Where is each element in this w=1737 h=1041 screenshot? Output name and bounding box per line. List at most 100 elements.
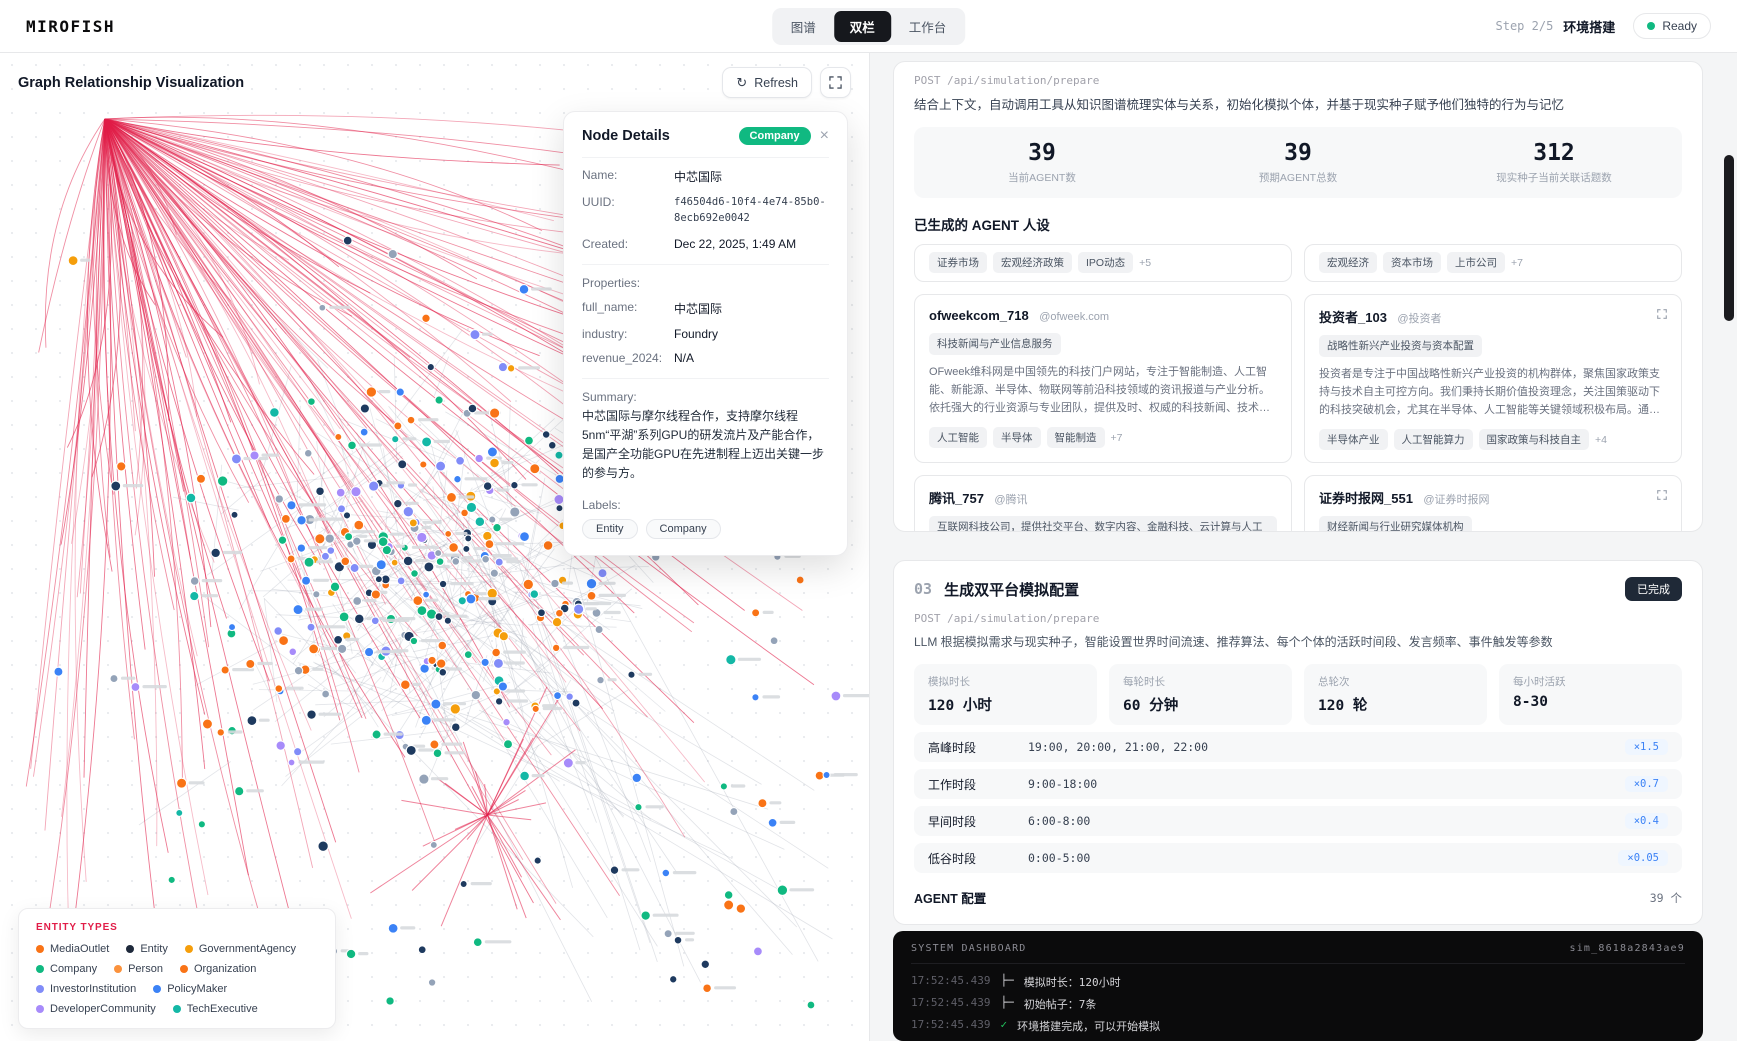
node-details-header: Node Details Company ×: [582, 127, 829, 158]
tab-graph[interactable]: 图谱: [775, 11, 832, 42]
log-line: 17:52:45.439 ✓ 环境搭建完成，可以开始模拟: [911, 1018, 1685, 1034]
properties-title: Properties:: [582, 276, 829, 290]
node-type-badge: Company: [739, 127, 811, 145]
entity-types-legend: ENTITY TYPES MediaOutlet Entity Governme…: [18, 908, 336, 1029]
api-endpoint: POST /api/simulation/prepare: [914, 74, 1682, 87]
agent-tag: 资本市场: [1383, 252, 1441, 273]
page-scrollbar-thumb[interactable]: [1724, 155, 1734, 321]
api-endpoint: POST /api/simulation/prepare: [914, 612, 1682, 625]
legend-item: Entity: [126, 943, 168, 955]
legend-item: InvestorInstitution: [36, 983, 136, 995]
agent-card-partial[interactable]: 宏观经济 资本市场 上市公司 +7: [1304, 244, 1682, 282]
agent-name: 证券时报网_551: [1319, 491, 1413, 506]
stat-total-rounds: 总轮次 120 轮: [1304, 664, 1487, 725]
legend-dot-icon: [126, 945, 134, 953]
legend-dot-icon: [36, 945, 44, 953]
stat-hourly-active: 每小时活跃 8-30: [1499, 664, 1682, 725]
legend-item: PolicyMaker: [153, 983, 227, 995]
legend-item: DeveloperCommunity: [36, 1003, 156, 1015]
status-text: Ready: [1662, 19, 1697, 33]
refresh-label: Refresh: [754, 76, 798, 90]
stat-sim-duration: 模拟时长 120 小时: [914, 664, 1097, 725]
terminal-header: SYSTEM DASHBOARD sim_8618a2843ae9: [911, 943, 1685, 964]
status-dot-icon: [1647, 22, 1655, 30]
stat-expected-agents: 39 预期AGENT总数: [1170, 140, 1426, 185]
period-row-work: 工作时段 9:00-18:00 ×0.7: [914, 769, 1682, 799]
agent-role-chip: 战略性新兴产业投资与资本配置: [1319, 335, 1482, 357]
legend-items: MediaOutlet Entity GovernmentAgency Comp…: [36, 943, 318, 1015]
multiplier-badge: ×1.5: [1625, 739, 1668, 755]
step-label: Step 2/5: [1496, 19, 1554, 33]
labels-title: Labels:: [582, 498, 829, 512]
legend-dot-icon: [173, 1005, 181, 1013]
stat-round-duration: 每轮时长 60 分钟: [1109, 664, 1292, 725]
agent-card-ofweekcom[interactable]: ofweekcom_718 @ofweek.com 科技新闻与产业信息服务 OF…: [914, 294, 1292, 464]
close-icon[interactable]: ×: [820, 128, 829, 144]
agent-card-partial[interactable]: 证券市场 宏观经济政策 IPO动态 +5: [914, 244, 1292, 282]
header-right: Step 2/5 环境搭建 Ready: [1496, 13, 1712, 39]
agent-tag-more: +5: [1139, 257, 1151, 269]
agent-tag-more: +7: [1511, 257, 1523, 269]
agent-tag: 半导体产业: [1319, 429, 1388, 450]
agent-handle: @证券时报网: [1423, 494, 1489, 506]
node-details-card: Node Details Company × Name: 中芯国际 UUID: …: [563, 111, 848, 556]
agent-handle: @ofweek.com: [1039, 311, 1109, 323]
field-name: Name: 中芯国际: [582, 168, 829, 185]
agent-card-investor[interactable]: 投资者_103 @投资者 战略性新兴产业投资与资本配置 投资者是专注于中国战略性…: [1304, 294, 1682, 464]
property-row: industry: Foundry: [582, 327, 829, 341]
app-logo: MIROFISH: [26, 17, 115, 36]
field-uuid: UUID: f46504d6-10f4-4e74-85b0-8ecb692e00…: [582, 195, 829, 227]
node-details-title: Node Details: [582, 128, 730, 144]
summary-text: 中芯国际与摩尔线程合作，支持摩尔线程5nm“平湖”系列GPU的研发流片及产能合作…: [582, 407, 829, 484]
period-row-morning: 早间时段 6:00-8:00 ×0.4: [914, 806, 1682, 836]
agent-tag: IPO动态: [1078, 252, 1133, 273]
agent-name: ofweekcom_718: [929, 308, 1029, 323]
stat-current-agents: 39 当前AGENT数: [914, 140, 1170, 185]
session-id: sim_8618a2843ae9: [1569, 943, 1685, 954]
agent-card-head: ofweekcom_718 @ofweek.com: [929, 307, 1277, 325]
agent-card-tencent[interactable]: 腾讯_757 @腾讯 互联网科技公司，提供社交平台、数字内容、金融科技、云计算与…: [914, 475, 1292, 532]
agent-tag: 上市公司: [1447, 252, 1505, 273]
agent-config-row: AGENT 配置 39 个: [914, 888, 1682, 907]
section-number: 03: [914, 580, 932, 598]
agent-tag: 证券市场: [929, 252, 987, 273]
tab-two-column[interactable]: 双栏: [834, 11, 891, 42]
agent-tag: 智能制造: [1047, 427, 1105, 448]
tab-workbench[interactable]: 工作台: [893, 11, 963, 42]
agents-heading: 已生成的 AGENT 人设: [914, 214, 1682, 234]
property-row: revenue_2024: N/A: [582, 351, 829, 365]
expand-icon[interactable]: [1653, 486, 1671, 504]
legend-dot-icon: [36, 985, 44, 993]
period-row-peak: 高峰时段 19:00, 20:00, 21:00, 22:00 ×1.5: [914, 732, 1682, 762]
section-2-description: 结合上下文，自动调用工具从知识图谱梳理实体与关系，初始化模拟个体，并基于现实种子…: [914, 96, 1682, 115]
label-chips: Entity Company: [582, 519, 829, 539]
agent-role-chip: 互联网科技公司，提供社交平台、数字内容、金融科技、云计算与人工智能服务: [929, 516, 1277, 532]
multiplier-badge: ×0.7: [1625, 776, 1668, 792]
agent-bio: 投资者是专注于中国战略性新兴产业投资的机构群体，聚焦国家政策支持与技术自主可控方…: [1319, 365, 1667, 419]
legend-dot-icon: [180, 965, 188, 973]
period-row-low: 低谷时段 0:00-5:00 ×0.05: [914, 843, 1682, 873]
right-panel[interactable]: POST /api/simulation/prepare 结合上下文，自动调用工…: [870, 53, 1737, 1041]
section-3-header: 03 生成双平台模拟配置 已完成: [914, 577, 1682, 601]
agent-tag: 宏观经济政策: [993, 252, 1072, 273]
legend-item: Person: [114, 963, 163, 975]
fullscreen-button[interactable]: [820, 67, 851, 98]
agent-tag: 宏观经济: [1319, 252, 1377, 273]
multiplier-badge: ×0.4: [1625, 813, 1668, 829]
agent-card-stcn[interactable]: 证券时报网_551 @证券时报网 财经新闻与行业研究媒体机构 证券时报网（stc…: [1304, 475, 1682, 532]
log-line: 17:52:45.439 ├─ 模拟时长：120小时: [911, 974, 1685, 990]
refresh-icon: ↻: [736, 76, 747, 89]
view-tabs: 图谱 双栏 工作台: [772, 8, 966, 45]
agent-tag: 人工智能: [929, 427, 987, 448]
agent-tag: 半导体: [993, 427, 1041, 448]
legend-dot-icon: [185, 945, 193, 953]
agent-handle: @投资者: [1397, 313, 1441, 325]
section-3-description: LLM 根据模拟需求与现实种子，智能设置世界时间流速、推荐算法、每个个体的活跃时…: [914, 633, 1682, 651]
agent-config-label: AGENT 配置: [914, 888, 986, 907]
expand-icon[interactable]: [1653, 305, 1671, 323]
refresh-button[interactable]: ↻ Refresh: [722, 67, 812, 98]
field-created: Created: Dec 22, 2025, 1:49 AM: [582, 237, 829, 251]
legend-item: MediaOutlet: [36, 943, 109, 955]
agent-stats-band: 39 当前AGENT数 39 预期AGENT总数 312 现实种子当前关联话题数: [914, 127, 1682, 198]
agent-tag-more: +7: [1111, 432, 1123, 444]
